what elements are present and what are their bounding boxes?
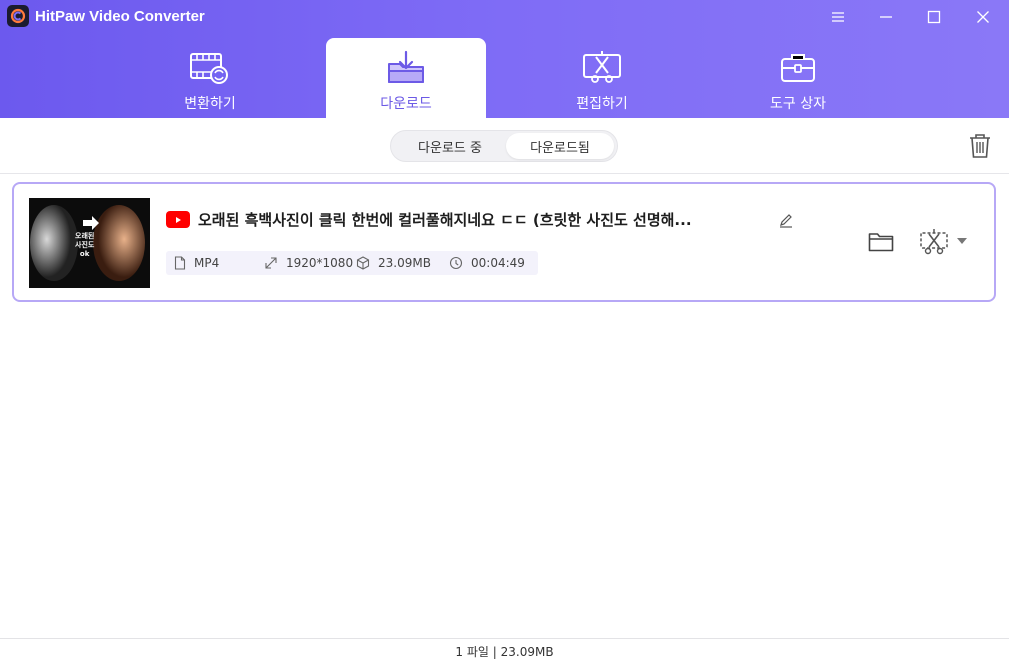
video-title: 오래된 흑백사진이 클릭 한번에 컬러풀해지네요 ㄷㄷ (흐릿한 사진도 선명해… — [198, 211, 692, 229]
youtube-icon — [166, 211, 190, 228]
minimize-button[interactable] — [872, 4, 900, 30]
thumbnail-text: 사진도 — [75, 241, 95, 249]
download-item-card[interactable]: 오래된 사진도 ok 오래된 흑백사진이 클릭 한번에 컬러풀해지네요 ㄷㄷ (… — [12, 182, 996, 302]
status-bar: 1 파일 | 23.09MB — [0, 638, 1009, 663]
close-button[interactable] — [969, 4, 997, 30]
minimize-icon — [880, 16, 892, 18]
file-icon — [174, 256, 186, 270]
menu-button[interactable] — [824, 4, 852, 30]
tab-label: 도구 상자 — [770, 96, 826, 112]
toolbox-icon — [779, 50, 817, 86]
resolution-info: 1920*1080 — [264, 251, 353, 275]
resolution-value: 1920*1080 — [286, 256, 354, 270]
thumbnail-text: ok — [79, 250, 90, 258]
edit-video-button[interactable] — [919, 228, 949, 256]
download-status-switch: 다운로드 중 다운로드됨 — [390, 130, 618, 162]
film-convert-icon — [189, 50, 231, 86]
format-info: MP4 — [174, 251, 219, 275]
tab-label: 변환하기 — [184, 96, 236, 112]
size-info: 23.09MB — [356, 251, 431, 275]
size-value: 23.09MB — [378, 256, 431, 270]
downloaded-tab[interactable]: 다운로드됨 — [506, 133, 614, 159]
download-folder-icon — [386, 50, 426, 86]
downloading-tab[interactable]: 다운로드 중 — [394, 133, 506, 159]
download-toolbar: 다운로드 중 다운로드됨 — [0, 118, 1009, 174]
duration-value: 00:04:49 — [471, 256, 525, 270]
format-value: MP4 — [194, 256, 220, 270]
video-metadata: MP4 1920*1080 23.09MB 00:04:49 — [166, 251, 538, 275]
app-header: HitPaw Video Converter 변환하기 다운로드 편집하기 도구… — [0, 0, 1009, 118]
clock-icon — [449, 256, 463, 270]
trash-icon — [970, 134, 990, 158]
maximize-icon — [927, 10, 941, 24]
duration-info: 00:04:49 — [449, 251, 525, 275]
tab-toolbox[interactable]: 도구 상자 — [718, 38, 878, 118]
tab-label: 편집하기 — [576, 96, 628, 112]
scissors-edit-icon — [920, 229, 948, 255]
tab-edit[interactable]: 편집하기 — [522, 38, 682, 118]
tab-convert[interactable]: 변환하기 — [130, 38, 290, 118]
maximize-button[interactable] — [920, 4, 948, 30]
open-folder-button[interactable] — [868, 231, 894, 253]
resize-icon — [265, 257, 277, 269]
file-summary: 1 파일 | 23.09MB — [455, 644, 554, 659]
thumbnail-caption: 오래된 사진도 ok — [75, 232, 94, 259]
tab-download[interactable]: 다운로드 — [326, 38, 486, 118]
close-icon — [977, 11, 989, 23]
edit-dropdown-arrow[interactable] — [957, 238, 967, 244]
hamburger-icon — [832, 12, 844, 22]
video-thumbnail[interactable]: 오래된 사진도 ok — [29, 198, 150, 288]
title-bar: HitPaw Video Converter — [0, 0, 1009, 34]
rename-button[interactable] — [778, 212, 794, 228]
delete-all-button[interactable] — [967, 133, 993, 159]
folder-icon — [868, 233, 894, 252]
edit-cut-icon — [582, 50, 622, 86]
tab-label: 다운로드 — [380, 96, 432, 112]
thumbnail-text: 오래된 — [75, 232, 95, 240]
app-title: HitPaw Video Converter — [35, 8, 205, 25]
pencil-icon — [780, 214, 792, 228]
box-icon — [356, 256, 370, 270]
app-logo — [7, 5, 29, 27]
